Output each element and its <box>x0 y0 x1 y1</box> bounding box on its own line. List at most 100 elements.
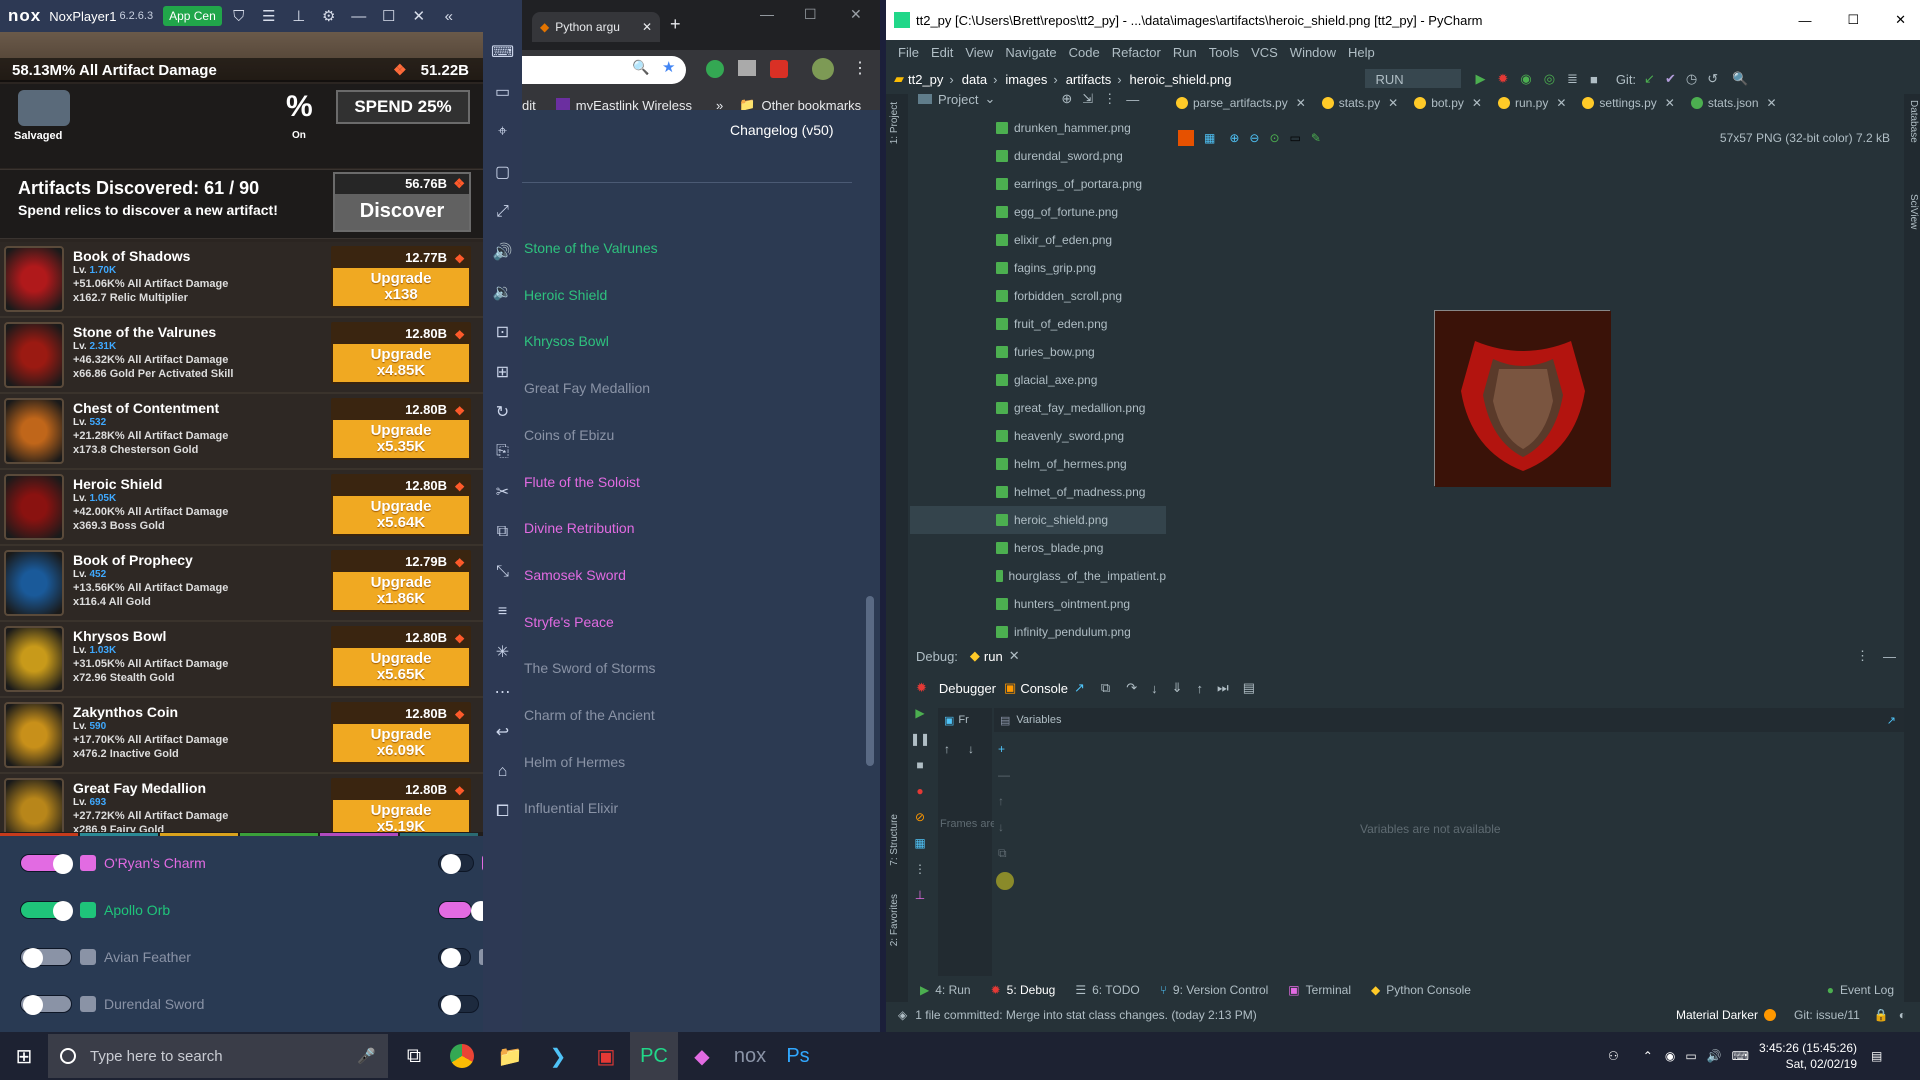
python-console-tool-tab[interactable]: Python Console <box>1386 983 1471 997</box>
zoom-in-icon[interactable]: ⊕ <box>1229 131 1239 145</box>
file-tree-item[interactable]: fagins_grip.png <box>910 254 1166 282</box>
changelog-link[interactable]: Heroic Shield <box>524 287 607 303</box>
artifact-icon[interactable] <box>4 322 64 388</box>
background-icon[interactable] <box>1178 130 1194 146</box>
back-icon[interactable]: ↩ <box>483 712 522 752</box>
menu-run[interactable]: Run <box>1173 45 1197 60</box>
close-tab-icon[interactable]: ✕ <box>1472 96 1482 110</box>
debug-icon[interactable]: ✹ <box>1497 71 1508 87</box>
zoom-out-icon[interactable]: ⊖ <box>1249 131 1259 145</box>
run-icon[interactable]: ▶ <box>1475 71 1485 87</box>
home-icon[interactable]: ⌂ <box>483 752 522 792</box>
display-icon[interactable]: ▢ <box>483 152 522 192</box>
menu-vcs[interactable]: VCS <box>1251 45 1278 60</box>
upgrade-button[interactable]: 12.80B ❖ Upgrade x6.09K <box>331 702 471 764</box>
maximize-icon[interactable]: ☐ <box>1847 12 1859 28</box>
layout-icon[interactable]: ⧉ <box>1101 680 1110 696</box>
changelog-link[interactable]: Coins of Ebizu <box>524 427 614 443</box>
minimize-icon[interactable]: — <box>1798 13 1811 28</box>
hide-icon[interactable]: — <box>1126 92 1139 107</box>
file-tree-item[interactable]: elixir_of_eden.png <box>910 226 1166 254</box>
editor-tab[interactable]: parse_artifacts.py ✕ <box>1176 96 1306 110</box>
volume-icon[interactable]: 🔊 <box>1707 1049 1722 1063</box>
move-down-icon[interactable]: ↓ <box>998 820 1004 834</box>
hide-icon[interactable]: — <box>1883 649 1896 664</box>
close-tab-icon[interactable]: ✕ <box>1388 96 1398 110</box>
file-tree-item[interactable]: heavenly_sword.png <box>910 422 1166 450</box>
vcs-update-icon[interactable]: ↙ <box>1644 71 1655 87</box>
volume-up-icon[interactable]: 🔊 <box>483 232 522 272</box>
favorites-tool-button[interactable]: 2: Favorites <box>889 894 903 946</box>
loading-icon[interactable]: ✳ <box>483 632 522 672</box>
windows-start-icon[interactable]: ⊞ <box>0 1032 48 1080</box>
collapse-sidebar-icon[interactable]: « <box>436 8 462 25</box>
changelog-link[interactable]: Samosek Sword <box>524 567 626 583</box>
file-tree-item[interactable]: earrings_of_portara.png <box>910 170 1166 198</box>
frame-down-icon[interactable]: ↓ <box>968 742 974 756</box>
changelog-link[interactable]: The Sword of Storms <box>524 660 656 676</box>
file-explorer-icon[interactable]: 📁 <box>486 1032 534 1080</box>
structure-tool-button[interactable]: 7: Structure <box>889 814 903 866</box>
changelog-link[interactable]: Stryfe's Peace <box>524 614 614 630</box>
run-to-cursor-icon[interactable]: ⏭ <box>1217 680 1229 696</box>
breadcrumb-3[interactable]: artifacts <box>1066 72 1112 87</box>
file-tree-item[interactable]: helmet_of_madness.png <box>910 478 1166 506</box>
collapse-icon[interactable]: ⇲ <box>1082 91 1093 107</box>
artifact-toggle[interactable] <box>438 995 479 1015</box>
debug-config-tab[interactable]: run <box>984 649 1003 664</box>
notifications-icon[interactable]: ▤ <box>1871 1049 1882 1063</box>
chat-app-icon[interactable]: ▣ <box>582 1032 630 1080</box>
people-icon[interactable]: ⚇ <box>1608 1049 1619 1063</box>
build-icon[interactable]: ≣ <box>1567 71 1578 87</box>
adblock-icon[interactable] <box>770 60 788 78</box>
menu-edit[interactable]: Edit <box>931 45 953 60</box>
more-icon[interactable]: ⋯ <box>483 672 522 712</box>
copy-icon[interactable]: ⧉ <box>998 846 1007 861</box>
actual-size-icon[interactable]: ⊙ <box>1269 131 1279 145</box>
restore-icon[interactable]: ↗ <box>1887 714 1896 727</box>
artifact-toggle-label[interactable]: Avian Feather <box>104 949 191 965</box>
menu-code[interactable]: Code <box>1069 45 1100 60</box>
file-tree-item[interactable]: furies_bow.png <box>910 338 1166 366</box>
pin-icon[interactable]: ⊥ <box>910 888 930 914</box>
close-icon[interactable]: ✕ <box>1895 12 1906 28</box>
frame-up-icon[interactable]: ↑ <box>944 742 950 756</box>
file-tree-item[interactable]: heroic_shield.png <box>910 506 1166 534</box>
step-out-icon[interactable]: ↑ <box>1197 681 1204 696</box>
layout-settings-icon[interactable]: ▦ <box>910 836 930 862</box>
artifact-toggle[interactable] <box>438 901 491 921</box>
apk-icon[interactable]: ⊞ <box>483 352 522 392</box>
debugger-tab[interactable]: Debugger <box>939 681 996 696</box>
close-icon[interactable]: ✕ <box>850 6 862 23</box>
changelog-link[interactable]: Flute of the Soloist <box>524 474 640 490</box>
menu-refactor[interactable]: Refactor <box>1112 45 1161 60</box>
file-tree-item[interactable]: hourglass_of_the_impatient.p <box>910 562 1166 590</box>
recents-icon[interactable]: ⧠ <box>483 792 522 832</box>
artifact-icon[interactable] <box>4 550 64 616</box>
resize-icon[interactable]: ⤡ <box>483 552 522 592</box>
close-tab-icon[interactable]: ✕ <box>1556 96 1566 110</box>
maximize-icon[interactable]: ☐ <box>376 7 402 25</box>
project-tool-button[interactable]: 1: Project <box>889 102 903 144</box>
file-tree-item[interactable]: helm_of_hermes.png <box>910 450 1166 478</box>
changelog-link[interactable]: Great Fay Medallion <box>524 380 650 396</box>
editor-tab[interactable]: settings.py ✕ <box>1582 96 1675 110</box>
project-label[interactable]: Project <box>938 92 978 107</box>
menu-icon[interactable]: ☰ <box>256 7 282 25</box>
color-picker-icon[interactable]: ✎ <box>1311 131 1321 145</box>
scissors-icon[interactable]: ✂ <box>483 472 522 512</box>
discover-button[interactable]: 56.76B ❖ Discover <box>333 172 471 232</box>
debug-tool-tab[interactable]: 5: Debug <box>1007 983 1056 997</box>
artifact-toggle-label[interactable]: Durendal Sword <box>104 996 204 1012</box>
discord-icon[interactable]: ◉ <box>1665 1049 1675 1063</box>
upgrade-button[interactable]: 12.80B ❖ Upgrade x5.64K <box>331 474 471 536</box>
screen-icon[interactable]: ▭ <box>483 72 522 112</box>
evaluate-icon[interactable]: ▤ <box>1243 680 1255 696</box>
multi-instance-icon[interactable]: ⧉ <box>483 512 522 552</box>
resume-icon[interactable]: ▶ <box>910 706 930 732</box>
breadcrumb-2[interactable]: images <box>1005 72 1047 87</box>
menu-tools[interactable]: Tools <box>1209 45 1239 60</box>
lock-icon[interactable]: 🔒 <box>1874 1008 1889 1022</box>
profile-icon[interactable]: ◎ <box>1544 71 1555 87</box>
bug-icon[interactable]: ✹ <box>916 680 927 696</box>
